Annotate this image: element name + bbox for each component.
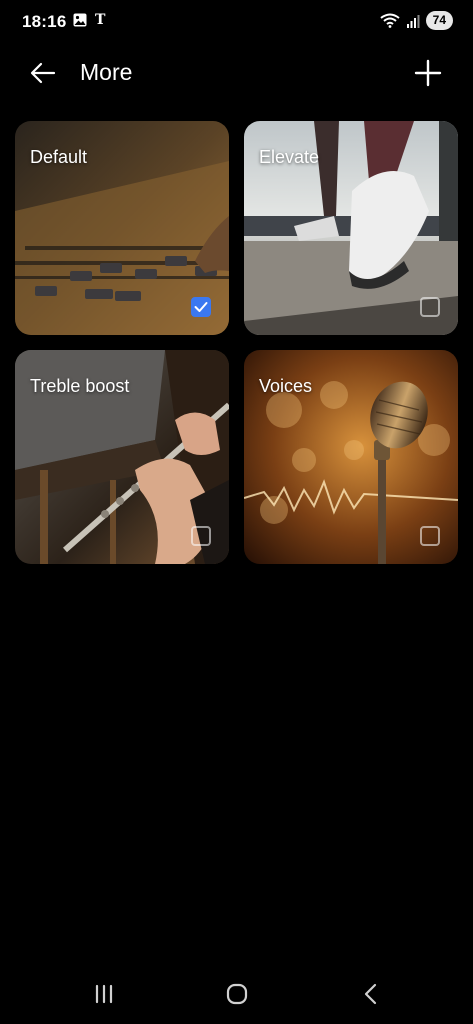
home-button[interactable] bbox=[226, 983, 248, 1010]
status-time: 18:16 bbox=[22, 12, 67, 31]
recents-button[interactable] bbox=[92, 982, 116, 1011]
status-bar: 18:16 T 74 bbox=[0, 0, 473, 44]
preset-label: Default bbox=[30, 147, 88, 167]
wifi-icon bbox=[380, 13, 400, 28]
recents-icon bbox=[95, 984, 113, 1004]
preset-label: Elevate bbox=[259, 147, 320, 167]
status-icons-right: 74 bbox=[380, 11, 453, 30]
system-nav-bar bbox=[0, 970, 473, 1020]
carrier-icon: T bbox=[95, 12, 106, 28]
arrow-left-icon bbox=[30, 62, 56, 84]
signal-icon bbox=[406, 14, 420, 28]
gallery-icon bbox=[73, 13, 87, 27]
app-header: More bbox=[0, 50, 473, 96]
page-title: More bbox=[80, 59, 133, 85]
preset-card-elevate[interactable]: Elevate bbox=[244, 121, 458, 335]
preset-checkbox[interactable] bbox=[191, 297, 211, 317]
preset-label: Treble boost bbox=[30, 376, 130, 396]
preset-label: Voices bbox=[259, 376, 313, 396]
nav-back-button[interactable] bbox=[361, 982, 381, 1011]
checkmark-icon bbox=[194, 302, 208, 312]
home-icon bbox=[226, 983, 248, 1005]
preset-checkbox[interactable] bbox=[191, 526, 211, 546]
chevron-left-icon bbox=[364, 983, 377, 1005]
preset-card-voices[interactable]: Voices bbox=[244, 350, 458, 564]
plus-icon bbox=[414, 59, 442, 87]
preset-card-default[interactable]: Default bbox=[15, 121, 229, 335]
add-button[interactable] bbox=[413, 58, 443, 88]
back-button[interactable] bbox=[28, 58, 58, 88]
status-icons-left: T bbox=[73, 12, 105, 28]
preset-card-treble-boost[interactable]: Treble boost bbox=[15, 350, 229, 564]
preset-checkbox[interactable] bbox=[420, 297, 440, 317]
preset-checkbox[interactable] bbox=[420, 526, 440, 546]
battery-indicator: 74 bbox=[425, 11, 453, 30]
